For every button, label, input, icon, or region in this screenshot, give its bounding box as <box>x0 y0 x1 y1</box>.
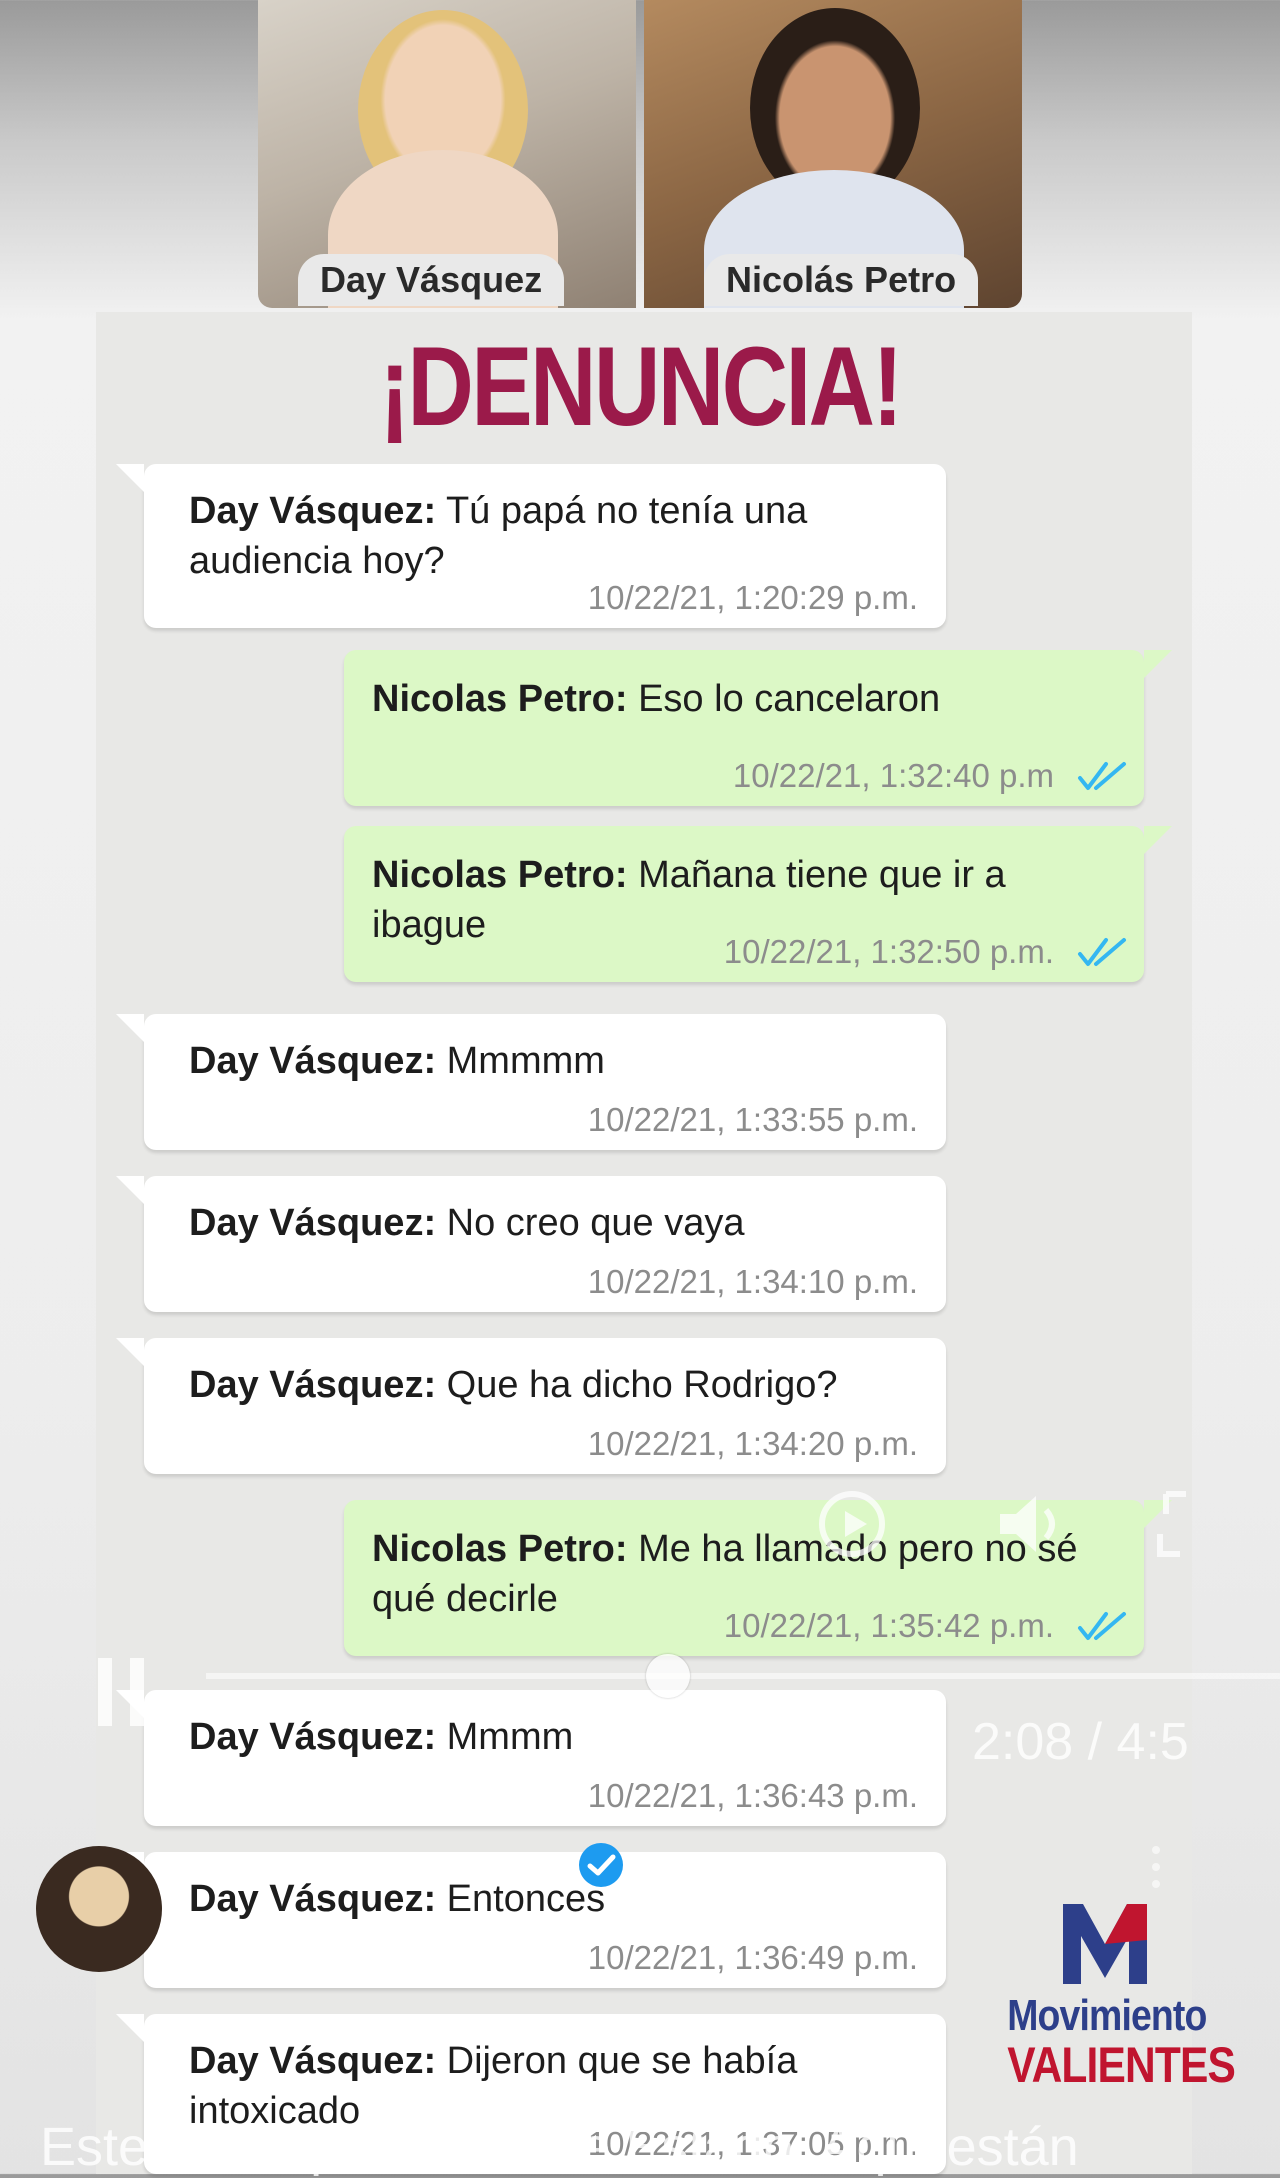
message-sender: Nicolas Petro: <box>372 854 628 896</box>
message-sender: Day Vásquez: <box>189 1716 437 1758</box>
message-text: Mmmmm <box>436 1040 605 1082</box>
message-time: 10/22/21, 1:36:43 p.m. <box>587 1777 918 1814</box>
double-check-icon <box>1078 1612 1126 1640</box>
page-title: ¡DENUNCIA! <box>379 324 903 449</box>
message-text: No creo que vaya <box>436 1202 745 1244</box>
message-bubble: Day Vásquez: Que ha dicho Rodrigo? 10/22… <box>116 1338 946 1474</box>
message-text: Que ha dicho Rodrigo? <box>436 1364 838 1406</box>
logo-line1: Movimiento <box>1007 1991 1207 2040</box>
message-time: 10/22/21, 1:32:50 p.m. <box>723 933 1054 970</box>
nicolas-petro-photo: Nicolás Petro <box>644 0 1022 308</box>
message-bubble: Day Vásquez: Entonces 10/22/21, 1:36:49 … <box>116 1852 946 1988</box>
logo-line2: VALIENTES <box>1007 2037 1236 2093</box>
message-sender: Day Vásquez: <box>189 490 437 532</box>
logo-m-icon <box>1063 1904 1147 1984</box>
message-time: 10/22/21, 1:37:05 p.m. <box>587 2125 918 2162</box>
message-text: Entonces <box>436 1878 606 1920</box>
message-time: 10/22/21, 1:34:20 p.m. <box>587 1425 918 1462</box>
message-bubble: Nicolas Petro: Mañana tiene que ir a iba… <box>344 826 1172 982</box>
movimiento-valientes-logo: Movimiento VALIENTES <box>990 1900 1236 2093</box>
double-check-icon <box>1078 938 1126 966</box>
message-bubble: Day Vásquez: Dijeron que se había intoxi… <box>116 2014 946 2174</box>
message-bubble: Day Vásquez: Mmmm 10/22/21, 1:36:43 p.m. <box>116 1690 946 1826</box>
message-bubble: Nicolas Petro: Eso lo cancelaron 10/22/2… <box>344 650 1172 806</box>
right-name-tag: Nicolás Petro <box>704 254 979 306</box>
message-time: 10/22/21, 1:34:10 p.m. <box>587 1263 918 1300</box>
message-sender: Nicolas Petro: <box>372 678 628 720</box>
message-bubble: Nicolas Petro: Me ha llamado pero no sé … <box>344 1500 1172 1656</box>
message-time: 10/22/21, 1:35:42 p.m. <box>723 1607 1054 1644</box>
message-sender: Day Vásquez: <box>189 2040 437 2082</box>
message-bubble: Day Vásquez: Tú papá no tenía una audien… <box>116 464 946 628</box>
double-check-icon <box>1078 762 1126 790</box>
message-sender: Day Vásquez: <box>189 1364 437 1406</box>
message-time: 10/22/21, 1:32:40 p.m <box>732 757 1054 794</box>
left-name-tag: Day Vásquez <box>298 254 565 306</box>
header-photos: Day Vásquez Nicolás Petro <box>258 0 1022 308</box>
message-bubble: Day Vásquez: No creo que vaya 10/22/21, … <box>116 1176 946 1312</box>
message-text: Mmmm <box>436 1716 574 1758</box>
message-sender: Nicolas Petro: <box>372 1528 628 1570</box>
message-time: 10/22/21, 1:36:49 p.m. <box>587 1939 918 1976</box>
message-sender: Day Vásquez: <box>189 1878 437 1920</box>
day-vasquez-photo: Day Vásquez <box>258 0 636 308</box>
message-text: Eso lo cancelaron <box>627 678 941 720</box>
message-bubble: Day Vásquez: Mmmmm 10/22/21, 1:33:55 p.m… <box>116 1014 946 1150</box>
message-time: 10/22/21, 1:33:55 p.m. <box>587 1101 918 1138</box>
message-time: 10/22/21, 1:20:29 p.m. <box>587 579 918 616</box>
message-sender: Day Vásquez: <box>189 1040 437 1082</box>
message-sender: Day Vásquez: <box>189 1202 437 1244</box>
